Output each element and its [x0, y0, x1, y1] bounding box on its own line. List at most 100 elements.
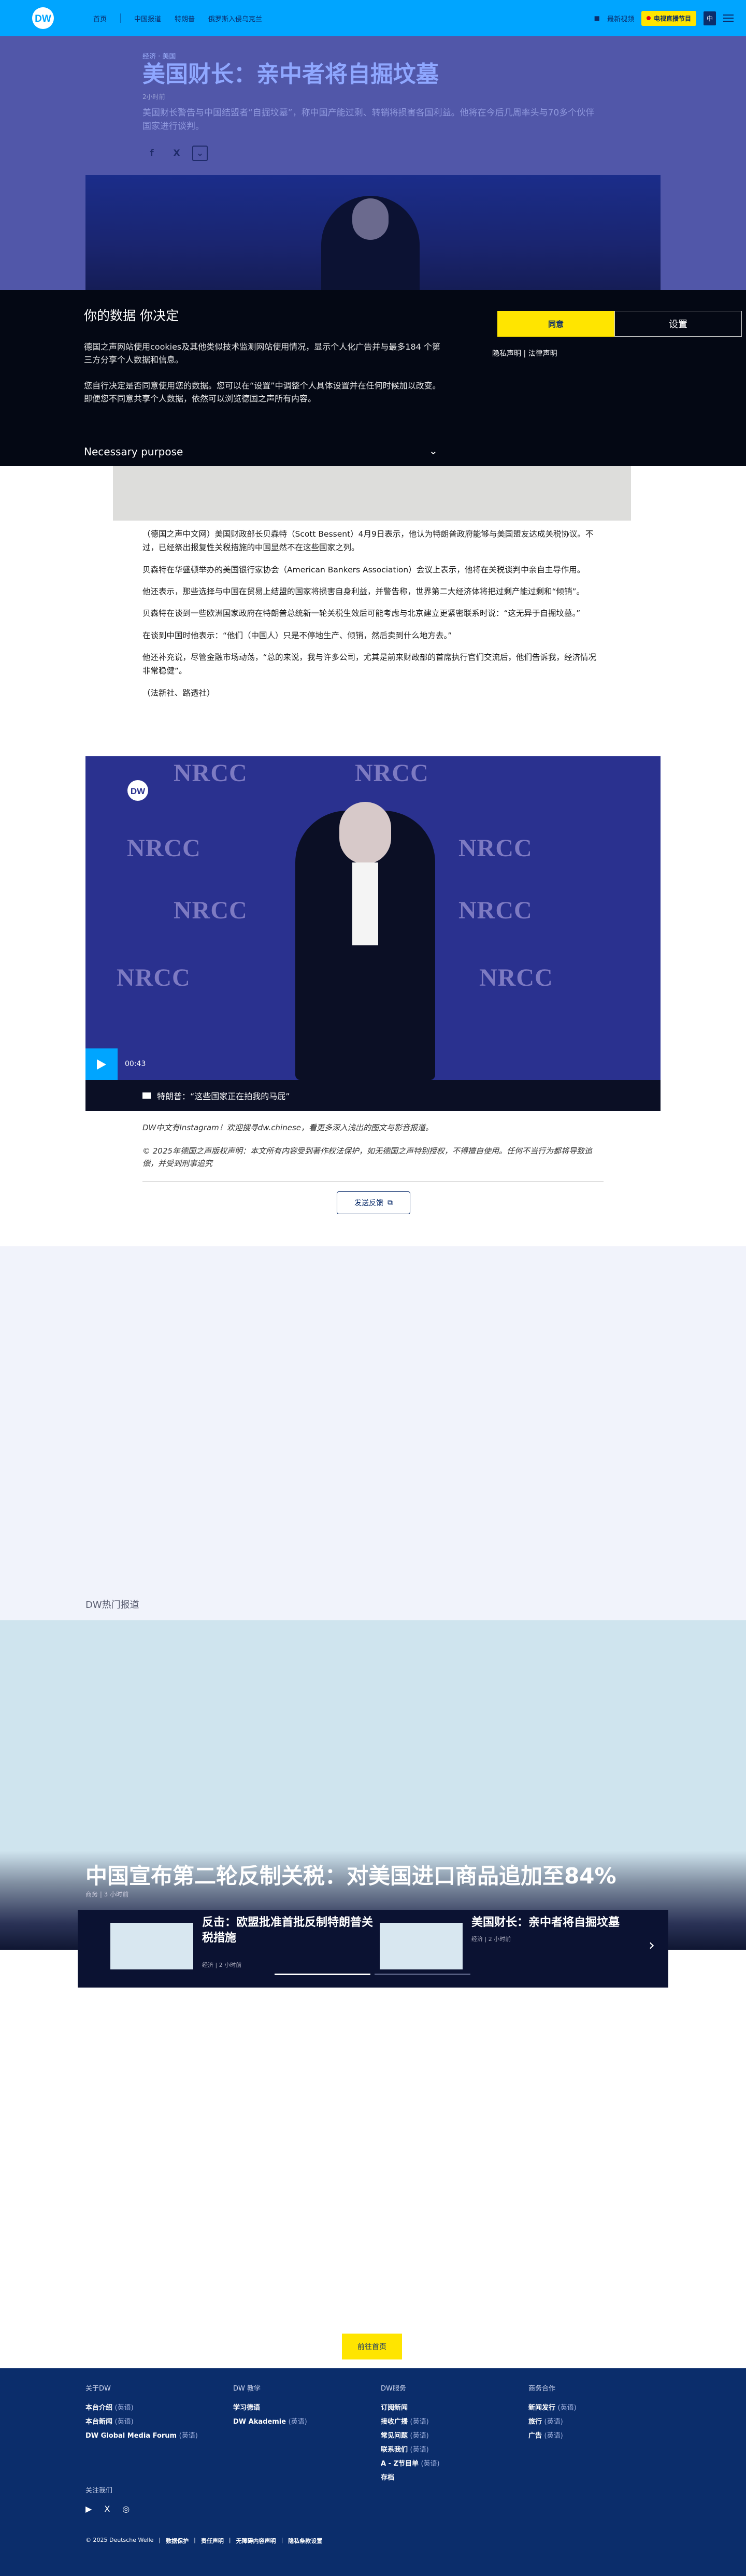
footer-col-business: 商务合作 新闻发行 (英语) 旅行 (英语) 广告 (英语) — [528, 2383, 577, 2444]
footer-link[interactable]: 本台介绍 (英语) — [85, 2402, 198, 2412]
footer-heading: DW 教学 — [233, 2385, 261, 2393]
x-icon[interactable]: X — [167, 144, 186, 163]
accessibility-link[interactable]: 无障碍内容声明 — [236, 2537, 276, 2545]
video-player[interactable]: NRCC NRCC NRCC NRCC NRCC NRCC NRCC NRCC … — [85, 756, 661, 1111]
youtube-icon[interactable]: ▶ — [85, 2504, 92, 2514]
play-icon — [97, 1059, 106, 1070]
logo-text: DW — [35, 13, 51, 24]
nav-divider — [120, 13, 121, 23]
social-links: ▶ X ◎ — [85, 2504, 130, 2514]
hamburger-menu-icon[interactable] — [723, 15, 734, 22]
footer-link[interactable]: 存档 — [381, 2472, 440, 2482]
footer-heading: DW服务 — [381, 2385, 406, 2393]
necessary-purpose-toggle[interactable]: Necessary purpose — [84, 445, 183, 458]
video-icon: ■ — [594, 15, 600, 22]
live-tv-label: 电视直播节目 — [653, 15, 691, 22]
cookie-text-2: 您自行决定是否同意使用您的数据。您可以在“设置”中调整个人具体设置并在任何时候加… — [84, 381, 441, 404]
footer-link[interactable]: 常见问题 (英语) — [381, 2430, 440, 2440]
facebook-icon[interactable]: f — [142, 144, 161, 163]
story-thumbnail[interactable] — [380, 1923, 463, 1969]
footer-link[interactable]: 订阅新闻 — [381, 2402, 440, 2412]
disclaimer-link[interactable]: 责任声明 — [201, 2537, 224, 2545]
footer-link[interactable]: 新闻发行 (英语) — [528, 2402, 577, 2412]
dw-logo[interactable]: DW — [25, 7, 61, 30]
backdrop-text: NRCC — [174, 897, 248, 924]
share-bar: f X ⌄ — [142, 144, 208, 163]
speaker-shirt — [352, 862, 378, 945]
accept-button[interactable]: 同意 — [497, 311, 614, 337]
site-header: DW 首页 中国报道 特朗普 俄罗斯入侵乌克兰 ■ 最新视频 电视直播节目 中 — [0, 0, 746, 36]
hero-face — [352, 198, 389, 240]
story-card-title[interactable]: 美国财长：亲中者将自掘坟墓 — [471, 1915, 642, 1931]
paragraph: （德国之声中文网）美国财政部长贝森特（Scott Bessent）4月9日表示，… — [142, 529, 594, 553]
cookie-banner: 你的数据 你决定 德国之声网站使用cookies及其他类似技术监测网站使用情况，… — [0, 290, 746, 466]
footer-link[interactable]: A - Z节目单 (英语) — [381, 2458, 440, 2468]
legal-links: © 2025 Deutsche Welle | 数据保护 | 责任声明 | 无障碍内容… — [85, 2537, 323, 2545]
backdrop-text: NRCC — [355, 759, 429, 787]
copyright-text: © 2025 Deutsche Welle — [85, 2537, 154, 2543]
carousel-indicator-active[interactable] — [275, 1974, 370, 1975]
story-card-title[interactable]: 反击：欧盟批准首批反制特朗普关税措施 — [202, 1915, 373, 1946]
carousel-indicator[interactable] — [375, 1974, 470, 1975]
video-camera-icon — [142, 1092, 151, 1099]
latest-video-link[interactable]: 最新视频 — [607, 13, 634, 23]
footer-link[interactable]: 联系我们 (英语) — [381, 2444, 440, 2454]
nav-item-trump[interactable]: 特朗普 — [175, 13, 195, 23]
footer-link[interactable]: 旅行 (英语) — [528, 2416, 577, 2426]
paragraph: （法新社、路透社） — [142, 688, 215, 698]
featured-story-title[interactable]: 中国宣布第二轮反制关税：对美国进口商品追加至84% — [85, 1859, 616, 1890]
story-thumbnail[interactable] — [110, 1923, 193, 1969]
header-actions: ■ 最新视频 电视直播节目 中 — [594, 0, 734, 36]
featured-story-meta: 商务 | 3 小时前 — [85, 1891, 129, 1898]
chevron-down-icon[interactable]: ⌄ — [429, 444, 438, 457]
article-lead: 美国财长警告与中国结盟者“自掘坟墓”，称中国产能过剩、转销将损害各国利益。他将在… — [142, 108, 595, 132]
footer-link[interactable]: DW Akademie (英语) — [233, 2416, 307, 2426]
feedback-icon: ⧉ — [388, 1199, 393, 1207]
image-placeholder — [113, 466, 631, 521]
backdrop-text: NRCC — [479, 964, 553, 991]
backdrop-text: NRCC — [458, 834, 533, 862]
footer-link[interactable]: DW Global Media Forum (英语) — [85, 2430, 198, 2440]
paragraph: 贝森特在谈到一些欧洲国家政府在特朗普总统新一轮关税生效后可能考虑与北京建立更紧密… — [142, 609, 581, 618]
footer-link[interactable]: 本台新闻 (英语) — [85, 2416, 198, 2426]
section-heading-hot: DW热门报道 — [85, 1600, 139, 1610]
nav-item-home[interactable]: 首页 — [93, 13, 107, 23]
publish-date: 2小时前 — [142, 93, 165, 100]
footer-col-services: DW服务 订阅新闻 接收广播 (英语) 常见问题 (英语) 联系我们 (英语) … — [381, 2383, 440, 2486]
footer-link[interactable]: 广告 (英语) — [528, 2430, 577, 2440]
copyright-notice: © 2025年德国之声版权声明：本文所有内容受到著作权法保护，如无德国之声特别授… — [142, 1146, 592, 1168]
settings-button[interactable]: 设置 — [614, 311, 742, 337]
footer-link[interactable]: 接收广播 (英语) — [381, 2416, 440, 2426]
language-button[interactable]: 中 — [703, 11, 716, 25]
story-card-meta: 经济 | 2 小时前 — [202, 1962, 242, 1968]
data-protection-link[interactable]: 数据保护 — [166, 2537, 189, 2545]
video-duration: 00:43 — [125, 1060, 146, 1068]
more-share-icon[interactable]: ⌄ — [192, 146, 208, 161]
live-dot-icon — [646, 16, 651, 20]
nav-item-china[interactable]: 中国报道 — [134, 13, 161, 23]
hero-image — [85, 175, 661, 290]
backdrop-text: NRCC — [174, 759, 248, 787]
chevron-right-icon[interactable]: › — [649, 1936, 655, 1954]
breadcrumb[interactable]: 经济 · 美国 — [142, 51, 176, 61]
paragraph: 贝森特在华盛顿举办的美国银行家协会（American Bankers Assoc… — [142, 565, 585, 574]
x-icon[interactable]: X — [104, 2504, 110, 2514]
featured-story-image[interactable] — [0, 1620, 746, 1950]
divider — [142, 1181, 604, 1182]
live-tv-button[interactable]: 电视直播节目 — [641, 10, 696, 26]
paragraph: 他还表示，那些选择与中国在贸易上结盟的国家将损害自身利益，并警告称，世界第二大经… — [142, 587, 585, 597]
video-caption-text: 特朗普：“这些国家正在拍我的马屁” — [157, 1091, 290, 1101]
privacy-settings-link[interactable]: 隐私条款设置 — [288, 2537, 322, 2545]
privacy-legal-links[interactable]: 隐私声明 | 法律声明 — [492, 348, 557, 358]
follow-us-heading: 关注我们 — [85, 2487, 113, 2495]
nav-item-ukraine[interactable]: 俄罗斯入侵乌克兰 — [208, 13, 262, 23]
ad-area — [0, 1246, 746, 1620]
backdrop-text: NRCC — [117, 964, 191, 991]
feedback-button[interactable]: 发送反馈 ⧉ — [337, 1191, 410, 1214]
footer-link[interactable]: 学习德语 — [233, 2402, 307, 2412]
backdrop-text: NRCC — [127, 834, 201, 862]
site-footer: 关于DW 本台介绍 (英语) 本台新闻 (英语) DW Global Media… — [0, 2368, 746, 2576]
play-button[interactable] — [85, 1048, 118, 1081]
home-button[interactable]: 前往首页 — [342, 2334, 402, 2359]
instagram-icon[interactable]: ◎ — [122, 2504, 130, 2514]
